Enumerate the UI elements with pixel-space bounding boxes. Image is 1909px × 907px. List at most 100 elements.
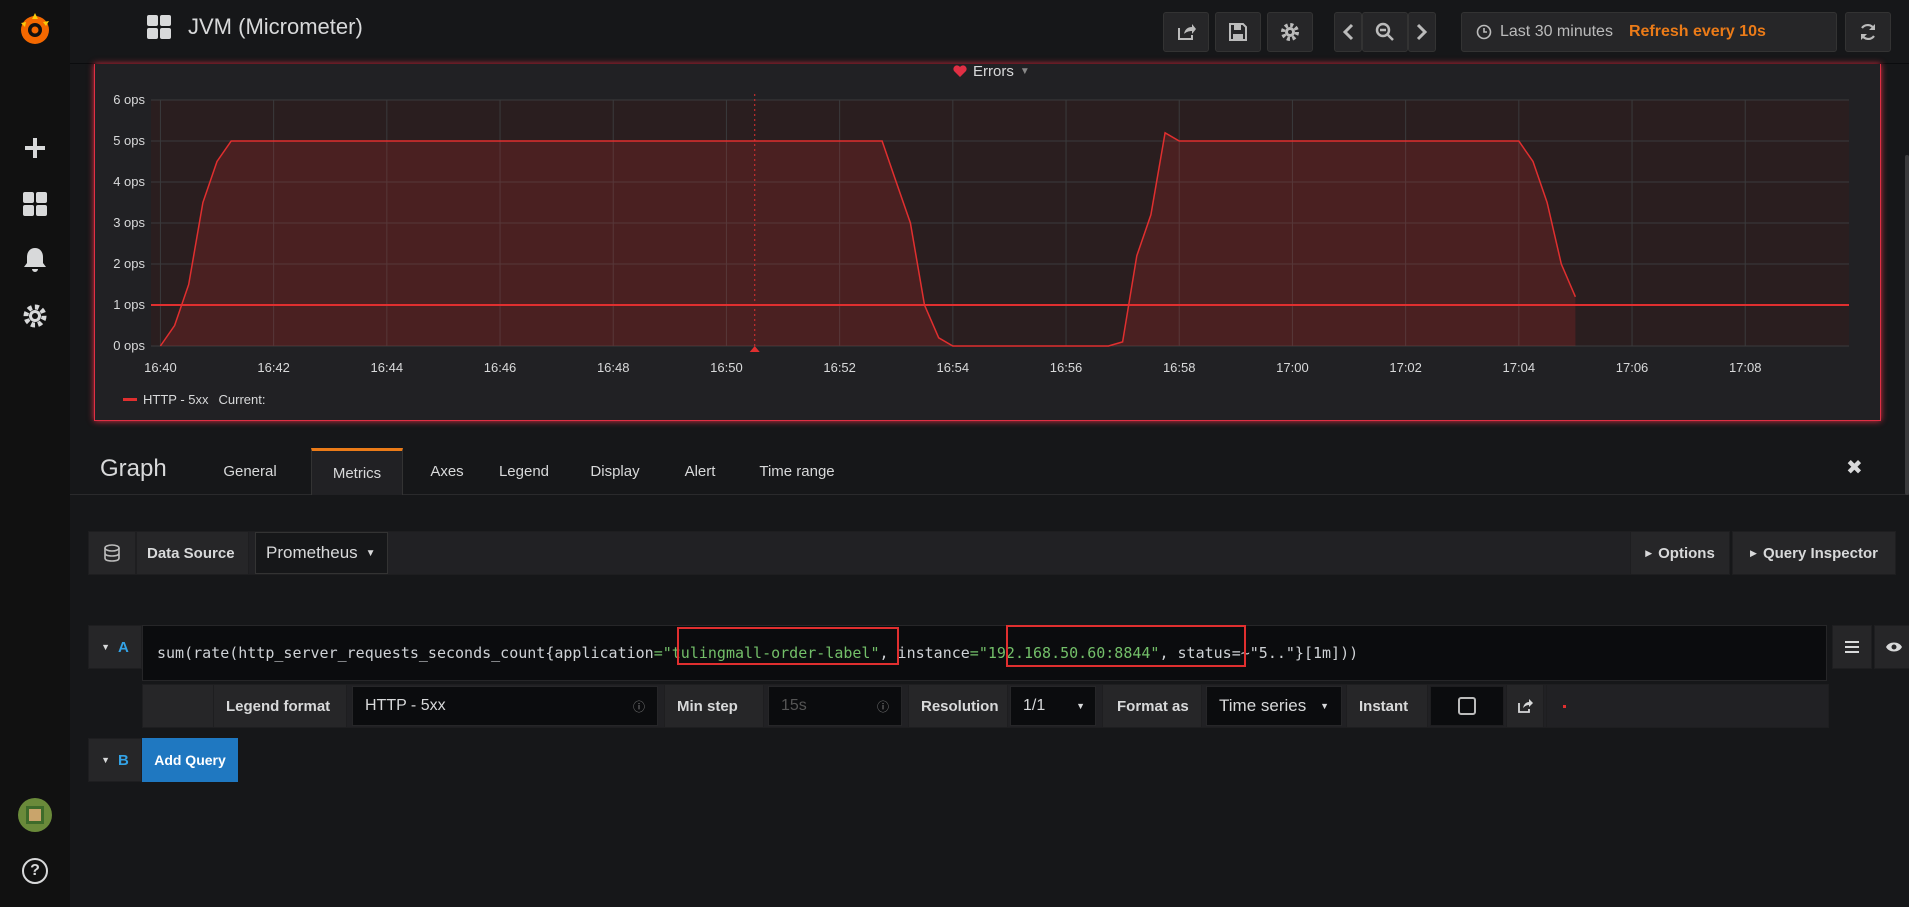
settings-button[interactable] [1267, 12, 1313, 52]
y-tick-label: 5 ops [113, 133, 145, 148]
tab-general[interactable]: General [210, 448, 290, 495]
query-expression-input[interactable]: sum(rate(http_server_requests_seconds_co… [142, 625, 1827, 681]
tab-display[interactable]: Display [572, 448, 658, 495]
errors-chart[interactable]: 0 ops 1 ops 2 ops 3 ops 4 ops 5 ops 6 ops 16:40… [95, 64, 1882, 421]
panel-editor: Graph General Metrics Axes Legend Displa… [70, 440, 1909, 907]
series-area-fill [160, 132, 1576, 346]
time-back-button[interactable] [1334, 12, 1362, 52]
x-tick-label: 16:54 [937, 360, 970, 375]
min-step-input[interactable]: 15s ⓘ [768, 686, 902, 726]
format-as-label: Format as [1117, 697, 1189, 715]
options-button[interactable]: ▶ Options [1630, 531, 1730, 575]
highlight-instance-box [1006, 625, 1246, 667]
tab-axes[interactable]: Axes [417, 448, 477, 495]
info-icon: ⓘ [876, 699, 889, 714]
x-tick-label: 16:44 [371, 360, 404, 375]
resolution-label: Resolution [921, 697, 999, 715]
query-menu-button[interactable] [1832, 625, 1872, 669]
x-tick-label: 17:02 [1389, 360, 1422, 375]
x-tick-label: 17:06 [1616, 360, 1649, 375]
resolution-select[interactable]: 1/1 ▼ [1010, 686, 1096, 726]
time-range-text: Last 30 minutes [1500, 23, 1613, 40]
query-inspector-label: Query Inspector [1762, 544, 1878, 562]
query-a-header[interactable]: ▼ A [88, 625, 142, 669]
query-letter-b: B [118, 751, 129, 769]
min-step-label-box: Min step [664, 684, 764, 728]
alerting-bell-icon[interactable] [0, 232, 70, 288]
external-link-icon [1518, 699, 1533, 713]
dashboard-grid-icon [147, 15, 171, 39]
query-inspector-button[interactable]: ▶ Query Inspector [1732, 531, 1896, 575]
legend-color-swatch [123, 398, 137, 401]
x-tick-label: 16:56 [1050, 360, 1083, 375]
y-tick-label: 3 ops [113, 215, 145, 230]
time-forward-button[interactable] [1408, 12, 1436, 52]
data-source-label: Data Source [147, 544, 235, 562]
close-editor-icon[interactable]: ✖ [1846, 455, 1863, 480]
y-tick-label: 1 ops [113, 297, 145, 312]
options-label: Options [1658, 544, 1715, 562]
settings-gear-icon [1281, 23, 1299, 41]
data-source-label-box: Data Source [136, 531, 249, 575]
y-tick-label: 6 ops [113, 92, 145, 107]
database-icon-box [88, 531, 136, 575]
time-picker-button[interactable]: Last 30 minutes Refresh every 10s [1461, 12, 1837, 52]
x-tick-label: 16:48 [597, 360, 630, 375]
min-step-placeholder: 15s [781, 697, 807, 714]
data-source-value: Prometheus [266, 543, 358, 562]
create-icon[interactable] [0, 120, 70, 176]
help-icon[interactable]: ? [0, 843, 70, 899]
query-link-button[interactable] [1506, 684, 1544, 728]
instant-checkbox-box [1430, 686, 1504, 726]
configuration-gear-icon[interactable] [0, 288, 70, 344]
grafana-logo[interactable] [0, 0, 70, 60]
y-tick-label: 0 ops [113, 338, 145, 353]
x-tick-label: 16:46 [484, 360, 517, 375]
graph-legend: HTTP - 5xx Current: [123, 392, 265, 407]
editor-title: Graph [100, 455, 167, 482]
tab-legend[interactable]: Legend [486, 448, 562, 495]
data-source-select[interactable]: Prometheus ▼ [255, 532, 388, 574]
add-query-button[interactable]: Add Query [142, 738, 238, 782]
tab-time-range[interactable]: Time range [742, 448, 852, 495]
page-scrollbar[interactable] [1905, 155, 1909, 495]
collapse-caret-icon: ▼ [101, 642, 111, 652]
collapse-caret-icon: ▼ [101, 755, 111, 765]
side-menu: ? [0, 0, 70, 907]
y-tick-label: 4 ops [113, 174, 145, 189]
toggle-query-visibility-button[interactable] [1874, 625, 1909, 669]
query-b-header[interactable]: ▼ B [88, 738, 142, 782]
legend-format-input[interactable]: HTTP - 5xx ⓘ [352, 686, 658, 726]
add-query-label: Add Query [154, 752, 226, 768]
dashboard-title[interactable]: JVM (Micrometer) [146, 14, 363, 40]
tab-metrics[interactable]: Metrics [311, 448, 403, 495]
x-tick-label: 16:42 [257, 360, 290, 375]
x-tick-label: 16:58 [1163, 360, 1196, 375]
save-button[interactable] [1215, 12, 1261, 52]
format-as-select[interactable]: Time series ▼ [1206, 686, 1342, 726]
min-step-label: Min step [677, 697, 738, 715]
x-tick-label: 16:52 [823, 360, 856, 375]
instant-label-box: Instant [1346, 684, 1428, 728]
dashboards-icon[interactable] [0, 176, 70, 232]
chevron-left-icon [1342, 23, 1354, 41]
refresh-button[interactable] [1845, 12, 1891, 52]
error-indicator-dot [1563, 704, 1566, 708]
zoom-out-button[interactable] [1362, 12, 1408, 52]
x-tick-label: 17:08 [1729, 360, 1762, 375]
chevron-right-icon [1416, 23, 1428, 41]
legend-format-value: HTTP - 5xx [365, 697, 446, 714]
zoom-out-icon [1375, 22, 1394, 41]
dashboard-navbar: JVM (Micrometer) Last 30 minutes Refresh… [70, 0, 1909, 64]
hamburger-icon [1845, 641, 1859, 653]
share-button[interactable] [1163, 12, 1209, 52]
instant-checkbox[interactable] [1458, 697, 1476, 715]
graph-panel: Errors ▼ 0 ops 1 ops 2 ops 3 ops 4 ops 5 ops 6… [94, 63, 1882, 421]
caret-right-icon: ▶ [1750, 547, 1757, 558]
legend-series-label[interactable]: HTTP - 5xx [143, 392, 209, 407]
legend-format-label: Legend format [226, 697, 331, 715]
caret-down-icon: ▼ [1320, 701, 1329, 711]
tab-alert[interactable]: Alert [668, 448, 732, 495]
user-avatar[interactable] [0, 787, 70, 843]
y-tick-label: 2 ops [113, 256, 145, 271]
